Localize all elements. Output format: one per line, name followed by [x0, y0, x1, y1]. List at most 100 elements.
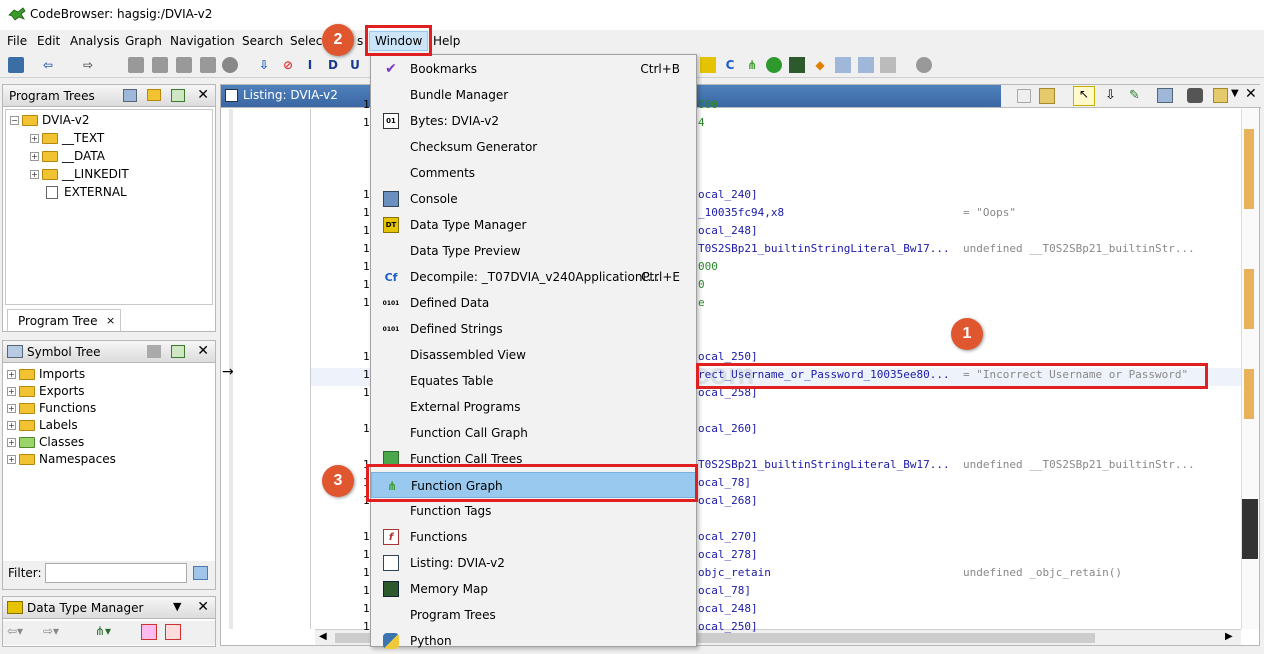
new-tree-icon[interactable]	[123, 89, 137, 102]
down-arrow-icon[interactable]: ⇩	[256, 57, 272, 73]
options-icon[interactable]	[1213, 88, 1228, 103]
u-icon[interactable]: U	[347, 57, 363, 73]
symbol-tree-item-classes[interactable]: + Classes	[7, 435, 84, 449]
datatype-icon[interactable]	[700, 57, 716, 73]
code-line-operand[interactable]: ocal_78]	[698, 584, 751, 597]
code-line-address[interactable]: 1	[363, 422, 370, 435]
code-line-address[interactable]: 1	[363, 602, 370, 615]
menu-graph[interactable]: Graph	[125, 34, 162, 48]
expand-icon[interactable]: +	[7, 421, 16, 430]
code-line-operand[interactable]: ocal_260]	[698, 422, 758, 435]
nav-icon[interactable]	[176, 57, 192, 73]
menu-file[interactable]: File	[7, 34, 27, 48]
code-line-address[interactable]: 1	[363, 296, 370, 309]
code-line-operand[interactable]: ocal_268]	[698, 494, 758, 507]
nav-icon[interactable]	[222, 57, 238, 73]
expand-icon[interactable]: +	[30, 134, 39, 143]
menu-item-comments[interactable]: Comments	[371, 160, 696, 186]
table-icon[interactable]	[858, 57, 874, 73]
field-icon[interactable]	[1157, 88, 1173, 103]
d-icon[interactable]: D	[325, 57, 341, 73]
collapse-icon[interactable]: −	[10, 116, 19, 125]
code-line-operand[interactable]: 0	[698, 278, 705, 291]
code-line-address[interactable]: 1	[363, 278, 370, 291]
close-icon[interactable]: ✕	[197, 343, 209, 359]
run-icon[interactable]	[766, 57, 782, 73]
close-icon[interactable]: ✕	[197, 87, 209, 103]
forward-icon[interactable]: ⇨	[80, 57, 96, 73]
tree-icon[interactable]: ⋔▾	[95, 624, 111, 638]
code-line-operand[interactable]: ocal_278]	[698, 548, 758, 561]
code-line-operand[interactable]: ocal_270]	[698, 530, 758, 543]
nav-icon[interactable]	[200, 57, 216, 73]
code-line-address[interactable]: 1	[363, 530, 370, 543]
code-line-address[interactable]: 1	[363, 188, 370, 201]
filter-off-icon[interactable]	[165, 624, 181, 640]
expand-icon[interactable]: +	[7, 404, 16, 413]
menu-item-listing-dvia-v2[interactable]: Listing: DVIA-v2	[371, 550, 696, 576]
code-line-operand[interactable]: T0S2SBp21_builtinStringLiteral_Bw17...	[698, 458, 950, 471]
expand-icon[interactable]: +	[30, 170, 39, 179]
tab-close-icon[interactable]: ×	[106, 314, 115, 327]
menu-item-bookmarks[interactable]: ✔ Bookmarks Ctrl+B	[371, 56, 696, 82]
code-line-address[interactable]: 1	[363, 260, 370, 273]
code-line-address[interactable]: 1	[363, 548, 370, 561]
menu-navigation[interactable]: Navigation	[170, 34, 235, 48]
menu-help[interactable]: Help	[433, 34, 460, 48]
code-line-operand[interactable]: T0S2SBp21_builtinStringLiteral_Bw17...	[698, 242, 950, 255]
graph-icon[interactable]: ⋔	[744, 57, 760, 73]
tree-item-data[interactable]: + __DATA	[30, 149, 105, 163]
copy-icon[interactable]	[1017, 89, 1031, 103]
code-line-address[interactable]: 1	[363, 566, 370, 579]
overview-bar[interactable]	[1241, 109, 1259, 629]
menu-tools[interactable]: s	[357, 34, 363, 48]
code-line-operand[interactable]: 4	[698, 116, 705, 129]
symbol-tree-item-functions[interactable]: + Functions	[7, 401, 96, 415]
nav-icon[interactable]	[152, 57, 168, 73]
back-icon[interactable]: ⇦	[40, 57, 56, 73]
menu-search[interactable]: Search	[242, 34, 283, 48]
code-line-address[interactable]: 1	[363, 116, 370, 129]
save-icon[interactable]	[8, 57, 24, 73]
code-line-operand[interactable]: 000	[698, 260, 718, 273]
code-line-operand[interactable]: 000	[698, 98, 718, 111]
clear-filter-icon[interactable]	[193, 566, 208, 580]
symbol-tree-item-imports[interactable]: + Imports	[7, 367, 85, 381]
menu-select[interactable]: Selec	[290, 34, 322, 48]
tree-item-external[interactable]: EXTERNAL	[46, 185, 127, 199]
menu-item-bytes-dvia-v2[interactable]: 01 Bytes: DVIA-v2	[371, 108, 696, 134]
menu-item-function-call-graph[interactable]: Function Call Graph	[371, 420, 696, 446]
menu-item-python[interactable]: Python	[371, 628, 696, 654]
symbol-tree-item-labels[interactable]: + Labels	[7, 418, 78, 432]
tab-program-tree[interactable]: Program Tree ×	[7, 309, 121, 331]
tree-root[interactable]: − DVIA-v2	[10, 113, 89, 127]
cursor-icon[interactable]: ↖	[1073, 86, 1095, 106]
edit-icon[interactable]: ✎	[1129, 88, 1140, 103]
menu-item-decompile-t07dvia-v240applicationp[interactable]: Cf Decompile: _T07DVIA_v240ApplicationP..…	[371, 264, 696, 290]
menu-item-external-programs[interactable]: External Programs	[371, 394, 696, 420]
menu-item-disassembled-view[interactable]: Disassembled View	[371, 342, 696, 368]
code-line-address[interactable]: 1	[363, 224, 370, 237]
code-line-operand[interactable]: e	[698, 296, 705, 309]
close-icon[interactable]: ✕	[197, 599, 209, 615]
code-line-operand[interactable]: _10035fc94,x8	[698, 206, 784, 219]
code-line-address[interactable]: 1	[363, 206, 370, 219]
forward-icon[interactable]: ⇨▾	[43, 624, 59, 638]
menu-item-data-type-manager[interactable]: DT Data Type Manager	[371, 212, 696, 238]
filter-input[interactable]	[45, 563, 187, 583]
menu-item-defined-strings[interactable]: 0101 Defined Strings	[371, 316, 696, 342]
code-line-operand[interactable]: objc_retain	[698, 566, 771, 579]
expand-icon[interactable]: +	[7, 387, 16, 396]
code-line-operand[interactable]: ocal_240]	[698, 188, 758, 201]
menu-edit[interactable]: Edit	[37, 34, 60, 48]
scroll-left-icon[interactable]: ◀	[319, 631, 327, 642]
code-line-operand[interactable]: ocal_78]	[698, 476, 751, 489]
menu-arrow-icon[interactable]: ▼	[173, 600, 181, 613]
code-line-address[interactable]: 1	[363, 584, 370, 597]
menu-item-functions[interactable]: f Functions	[371, 524, 696, 550]
refresh-icon[interactable]	[171, 89, 185, 102]
filter-icon[interactable]	[141, 624, 157, 640]
code-line-operand[interactable]: ocal_250]	[698, 620, 758, 633]
code-line-operand[interactable]: ocal_248]	[698, 602, 758, 615]
expand-icon[interactable]: +	[30, 152, 39, 161]
